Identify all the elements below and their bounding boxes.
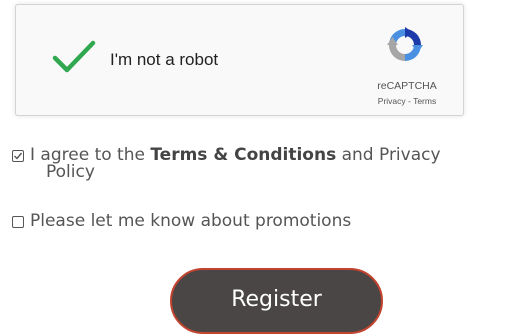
recaptcha-logo-icon	[387, 27, 423, 61]
register-button[interactable]: Register	[170, 268, 383, 334]
agree-middle-text: and Privacy	[336, 145, 441, 165]
privacy-policy-link[interactable]: Policy	[30, 164, 510, 181]
recaptcha-brand: reCAPTCHA	[377, 80, 437, 92]
not-a-robot-label: I'm not a robot	[110, 50, 219, 69]
checkbox-check-icon	[14, 152, 23, 160]
recaptcha-links: Privacy - Terms	[365, 96, 449, 106]
recaptcha-privacy-link[interactable]: Privacy	[378, 96, 406, 106]
recaptcha-widget: I'm not a robot reCAPTCHA Privacy - Term…	[15, 4, 464, 116]
promotions-row: Please let me know about promotions	[12, 213, 432, 235]
promotions-checkbox[interactable]	[12, 216, 24, 228]
agree-terms-checkbox[interactable]	[12, 150, 24, 162]
agree-terms-row: I agree to the Terms & Conditions and Pr…	[12, 147, 507, 187]
terms-conditions-link[interactable]: Terms & Conditions	[150, 145, 336, 165]
recaptcha-links-separator: -	[405, 96, 414, 106]
promotions-label: Please let me know about promotions	[30, 211, 352, 231]
recaptcha-terms-link[interactable]: Terms	[413, 96, 436, 106]
checkmark-icon[interactable]	[52, 39, 96, 75]
agree-terms-label: I agree to the Terms & Conditions and Pr…	[30, 147, 510, 181]
